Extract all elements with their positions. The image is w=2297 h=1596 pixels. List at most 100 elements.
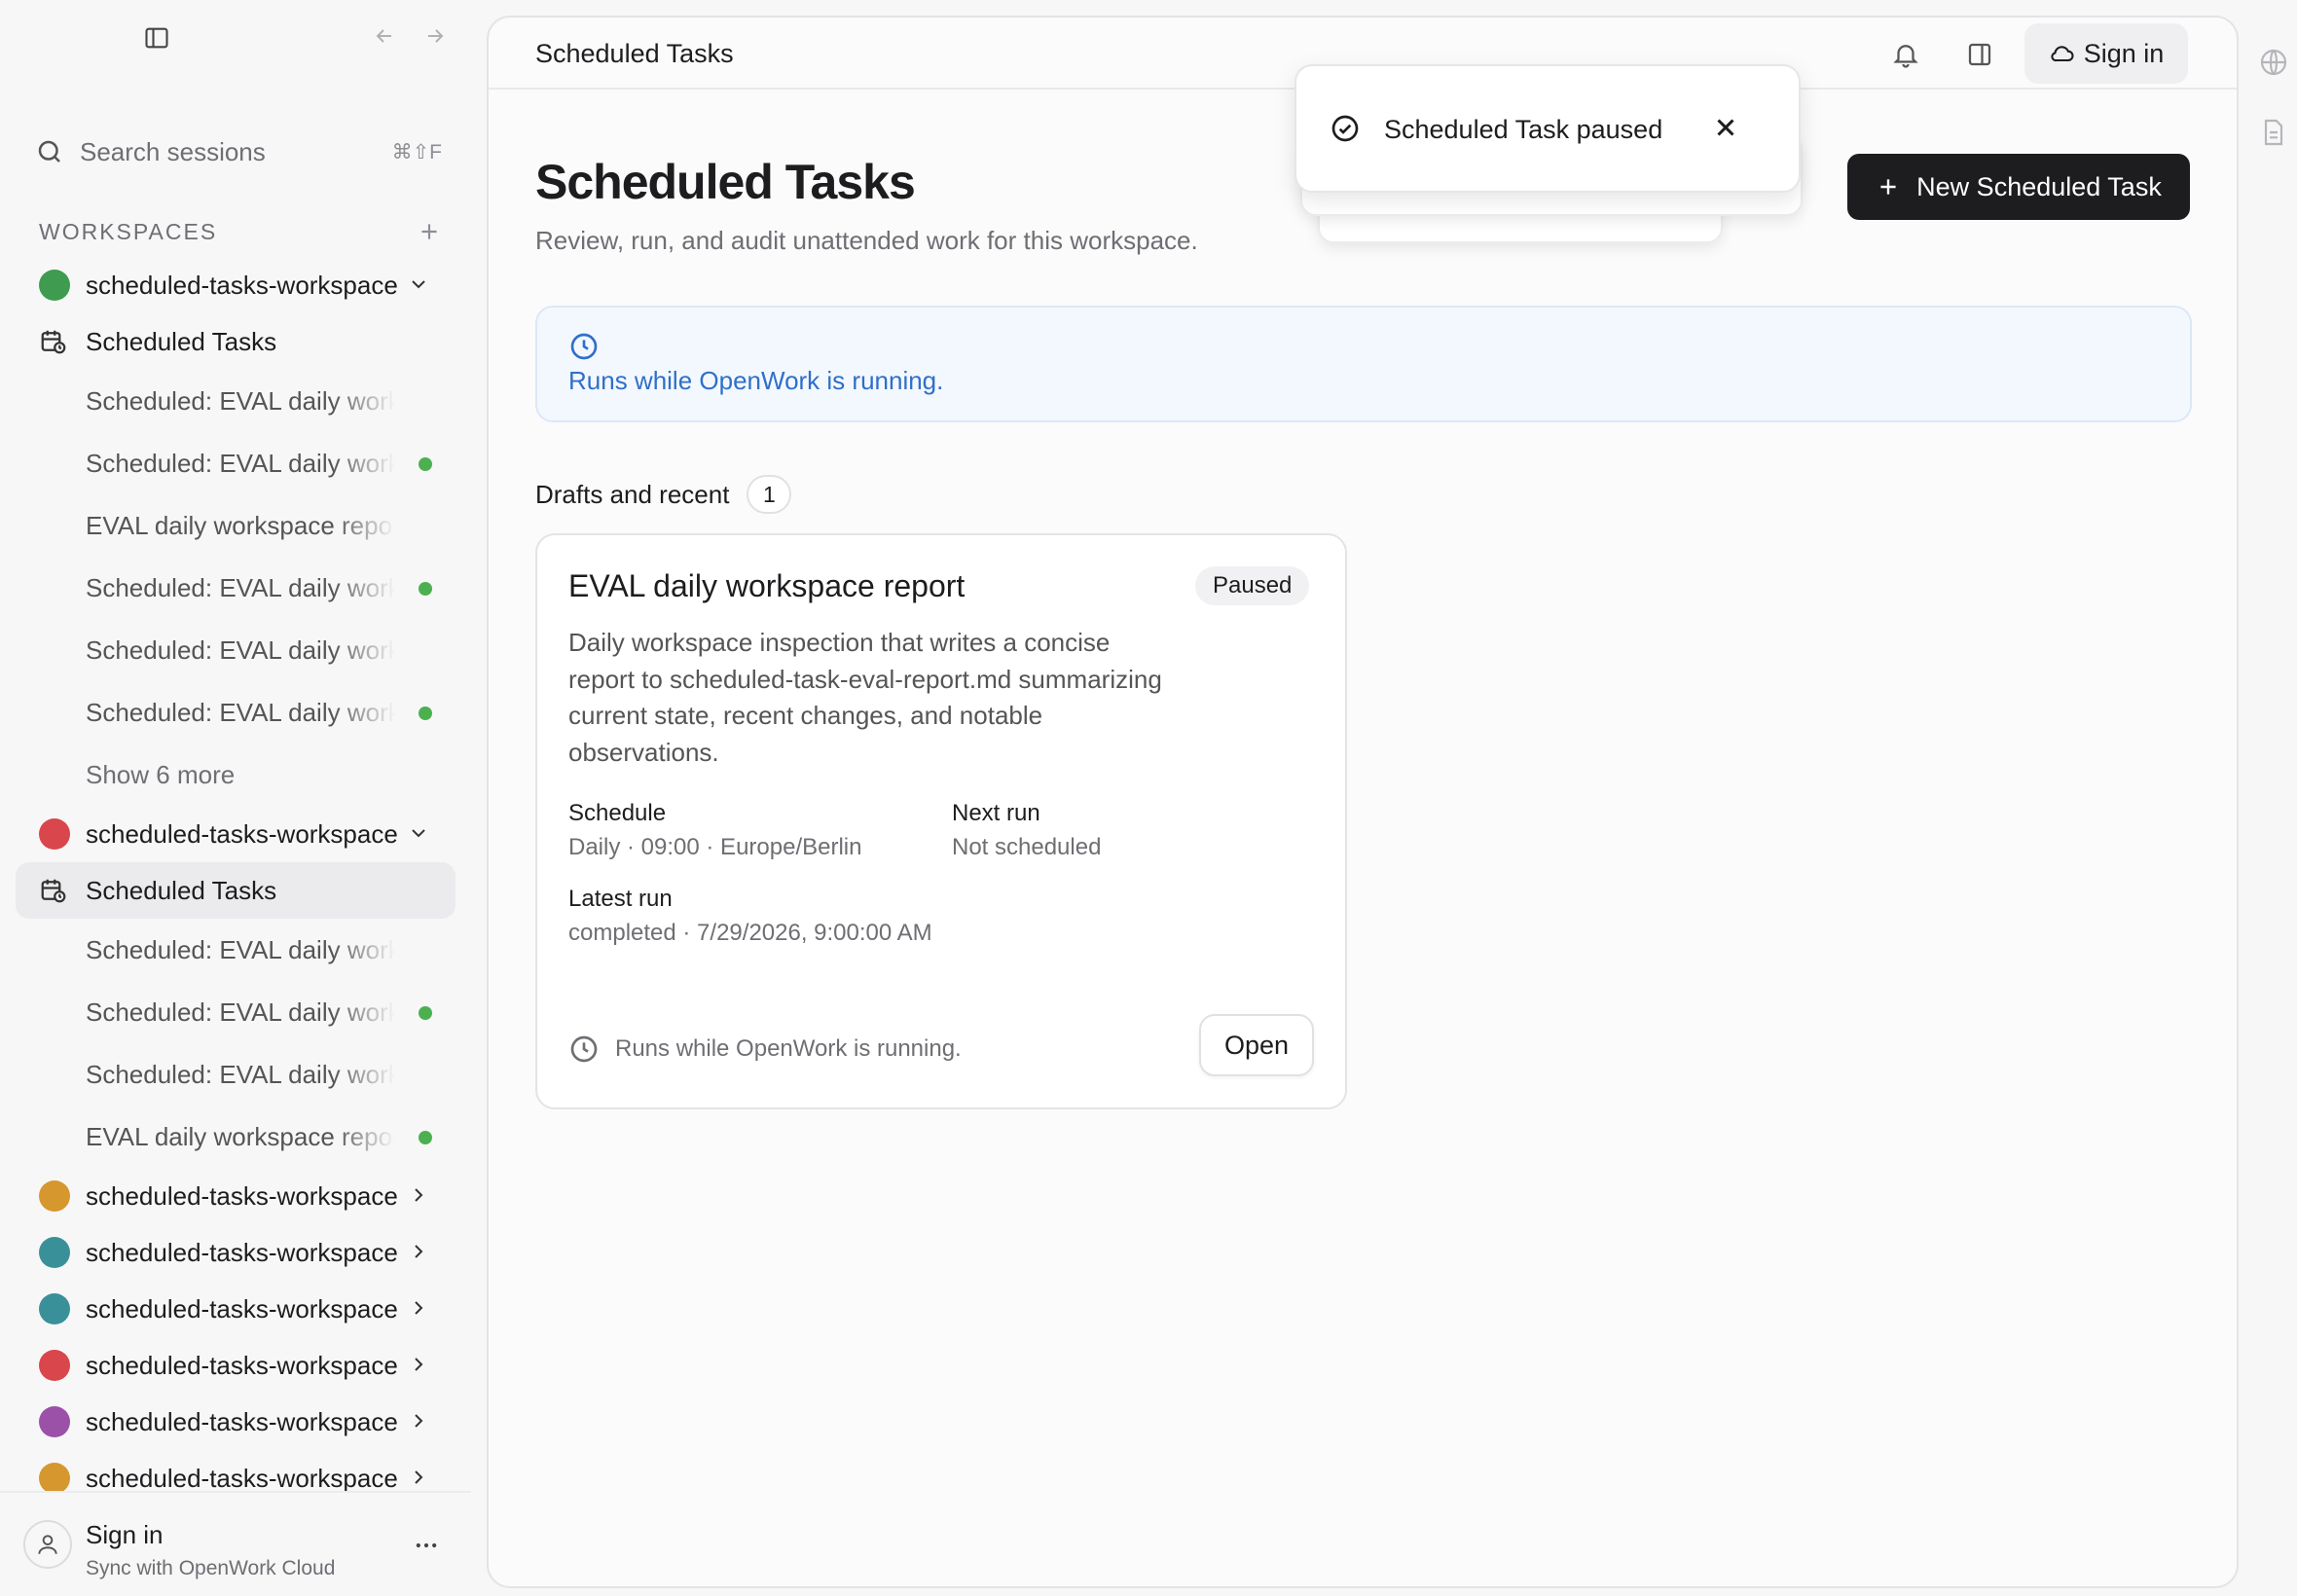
session-item[interactable]: Scheduled: EVAL daily workspace report [16,557,456,619]
status-badge: Paused [1195,566,1310,605]
sidebar-toggle-icon[interactable] [140,21,173,54]
chevron-right-icon[interactable] [407,1240,430,1263]
workspace-item[interactable]: scheduled-tasks-workspace [16,806,456,862]
session-item[interactable]: Scheduled: EVAL daily workspace report [16,681,456,744]
chevron-right-icon[interactable] [407,1296,430,1320]
footer-signin-title[interactable]: Sign in [86,1520,164,1550]
signin-button[interactable]: Sign in [2024,23,2188,84]
session-item[interactable]: EVAL daily workspace report [16,1106,456,1168]
workspace-color-dot [39,270,70,301]
more-options-icon[interactable] [413,1532,440,1559]
next-run-value: Not scheduled [952,834,1102,860]
session-item[interactable]: Scheduled: EVAL daily workspace report [16,981,456,1043]
workspace-color-dot [39,1463,70,1494]
workspace-color-dot [39,1350,70,1381]
close-icon[interactable] [1711,113,1740,142]
session-item[interactable]: Scheduled: EVAL daily workspace report [16,432,456,494]
next-run-label: Next run [952,800,1040,826]
session-active-dot [419,457,432,471]
forward-arrow-icon[interactable] [420,21,450,51]
session-label: Scheduled: EVAL daily workspace report [86,385,395,416]
drafts-section-header: Drafts and recent 1 [535,475,792,514]
session-item[interactable]: EVAL daily workspace report [16,494,456,557]
new-scheduled-task-button[interactable]: New Scheduled Task [1847,154,2190,220]
calendar-clock-icon [39,876,70,905]
card-footer-text: Runs while OpenWork is running. [615,1035,962,1062]
session-label: Scheduled: EVAL daily workspace report [86,1059,395,1089]
section-title: Drafts and recent [535,479,730,509]
toast-message: Scheduled Task paused [1384,115,1663,144]
session-label: Scheduled: EVAL daily workspace report [86,572,395,602]
workspace-item[interactable]: scheduled-tasks-workspace [16,1337,456,1394]
session-item[interactable]: Scheduled: EVAL daily workspace report [16,370,456,432]
session-label: Scheduled: EVAL daily workspace report [86,934,395,964]
workspace-color-dot [39,1293,70,1324]
search-shortcut: ⌘⇧F [391,140,442,163]
chevron-right-icon[interactable] [407,1353,430,1376]
plus-icon [1880,179,1896,195]
show-more-link[interactable]: Show 6 more [16,744,456,806]
workspace-name: scheduled-tasks-workspace [86,1463,398,1493]
sidebar-footer[interactable]: Sign in Sync with OpenWork Cloud [0,1491,471,1596]
globe-icon[interactable] [2258,47,2289,78]
session-active-dot [419,707,432,720]
task-description: Daily workspace inspection that writes a… [568,628,1162,767]
card-footer: Runs while OpenWork is running. [568,1034,962,1065]
workspace-item[interactable]: scheduled-tasks-workspace [16,257,456,313]
side-panel-icon[interactable] [1960,35,1999,74]
workspace-name: scheduled-tasks-workspace [86,1180,398,1211]
schedule-label: Schedule [568,800,667,826]
chevron-right-icon[interactable] [407,1409,430,1433]
sidebar-toolbar [0,0,471,74]
session-label: EVAL daily workspace report [86,510,395,540]
page-subtitle: Review, run, and audit unattended work f… [535,226,1198,255]
workspace-name: scheduled-tasks-workspace [86,1406,398,1436]
add-workspace-icon[interactable] [417,219,442,244]
main-panel: Scheduled Tasks Sign in Scheduled Tasks … [487,16,2239,1588]
scheduled-tasks-item[interactable]: Scheduled Tasks [16,313,456,370]
latest-run-label: Latest run [568,886,673,912]
session-item[interactable]: Scheduled: EVAL daily workspace report [16,619,456,681]
workspace-name: scheduled-tasks-workspace [86,818,398,849]
workspace-color-dot [39,1237,70,1268]
scheduled-tasks-item[interactable]: Scheduled Tasks [16,862,456,919]
check-circle-icon [1330,113,1361,144]
clock-icon [570,1035,598,1063]
session-active-dot [419,1131,432,1144]
chevron-down-icon[interactable] [407,821,430,845]
workspace-item[interactable]: scheduled-tasks-workspace [16,1168,456,1224]
calendar-clock-icon [39,327,70,356]
workspace-item[interactable]: scheduled-tasks-workspace [16,1224,456,1281]
workspaces-label: WORKSPACES [39,218,218,244]
workspace-item[interactable]: scheduled-tasks-workspace [16,1394,456,1450]
cloud-icon [2051,46,2074,62]
session-item[interactable]: Scheduled: EVAL daily workspace report [16,1043,456,1106]
search-icon [38,140,60,163]
workspace-color-dot [39,818,70,850]
scheduled-tasks-label: Scheduled Tasks [86,875,277,905]
workspace-tree: scheduled-tasks-workspace Scheduled Tasks… [16,257,456,1506]
signin-label: Sign in [2083,38,2165,68]
clock-icon [568,331,600,362]
schedule-value: Daily · 09:00 · Europe/Berlin [568,834,862,860]
session-active-dot [419,1006,432,1020]
open-button[interactable]: Open [1199,1014,1314,1076]
document-icon[interactable] [2258,117,2289,148]
session-item[interactable]: Scheduled: EVAL daily workspace report [16,919,456,981]
chevron-right-icon[interactable] [407,1466,430,1489]
latest-run-value: completed · 7/29/2026, 9:00:00 AM [568,920,932,946]
bell-icon[interactable] [1886,35,1925,74]
search-placeholder: Search sessions [80,136,266,166]
session-active-dot [419,582,432,596]
workspace-color-dot [39,1180,70,1212]
task-card[interactable]: EVAL daily workspace report Paused Daily… [535,533,1347,1109]
back-arrow-icon[interactable] [370,21,399,51]
workspace-item[interactable]: scheduled-tasks-workspace [16,1281,456,1337]
chevron-down-icon[interactable] [407,272,430,296]
chevron-right-icon[interactable] [407,1183,430,1207]
toast-notification: Scheduled Task paused [1294,64,1801,193]
session-label: Scheduled: EVAL daily workspace report [86,448,395,478]
search-sessions[interactable]: Search sessions ⌘⇧F [35,132,442,171]
section-count-badge: 1 [747,475,792,514]
task-title: EVAL daily workspace report [568,568,966,603]
